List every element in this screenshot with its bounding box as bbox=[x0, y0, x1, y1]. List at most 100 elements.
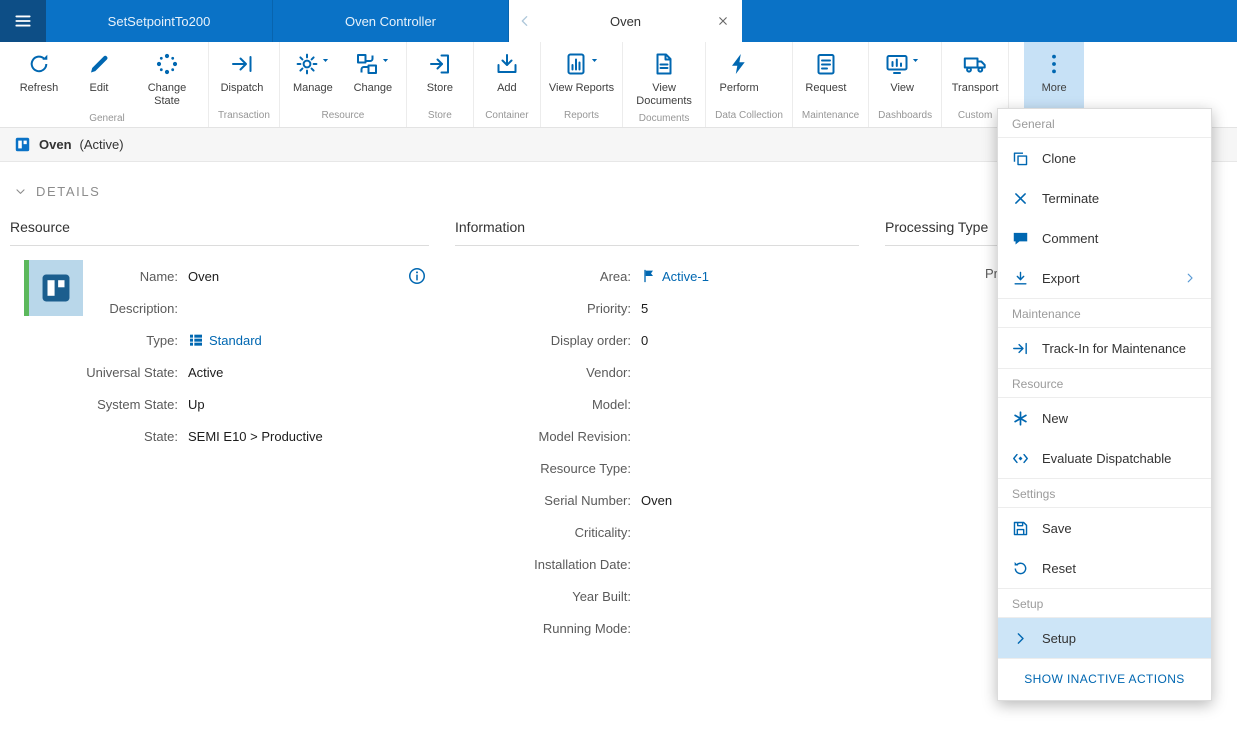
truck-icon bbox=[963, 51, 987, 77]
submenu-chevron-icon bbox=[1183, 271, 1197, 285]
type-link[interactable]: Standard bbox=[188, 332, 262, 348]
ribbon-group-data-collection: Perform Data Collection bbox=[706, 42, 793, 127]
resource-section-title: Resource bbox=[10, 213, 429, 246]
ribbon-group-label: Maintenance bbox=[801, 110, 860, 121]
field-row-display-order: Display order: 0 bbox=[550, 332, 649, 348]
show-inactive-actions-link[interactable]: SHOW INACTIVE ACTIONS bbox=[998, 658, 1211, 700]
tab-oven-active[interactable]: Oven bbox=[509, 0, 742, 42]
resource-panel: Resource Name: Oven Description: Type: S… bbox=[10, 213, 455, 644]
menu-item-track-in-for-maintenance[interactable]: Track-In for Maintenance bbox=[998, 328, 1211, 368]
field-row-running-mode: Running Mode: bbox=[542, 620, 631, 636]
menu-section-header: Settings bbox=[998, 479, 1211, 508]
ribbon-group-label: Documents bbox=[638, 113, 690, 125]
transport-button[interactable]: Transport bbox=[945, 42, 1005, 107]
pencil-icon bbox=[87, 51, 111, 77]
menu-item-setup[interactable]: Setup bbox=[998, 618, 1211, 658]
reports-icon bbox=[564, 51, 599, 77]
information-section-title: Information bbox=[455, 213, 859, 246]
menu-item-evaluate-dispatchable[interactable]: Evaluate Dispatchable bbox=[998, 438, 1211, 478]
ribbon-group-label: Container bbox=[485, 110, 529, 121]
close-tab-icon[interactable] bbox=[712, 15, 734, 27]
menu-item-export[interactable]: Export bbox=[998, 258, 1211, 298]
field-row-criticality: Criticality: bbox=[574, 524, 631, 540]
field-row-state: State: SEMI E10 > Productive bbox=[144, 428, 323, 444]
information-panel: Information Area: Active-1 Priority: 5 D… bbox=[455, 213, 885, 644]
clone-icon bbox=[1012, 150, 1029, 167]
lightning-icon bbox=[727, 51, 751, 77]
manage-button[interactable]: Manage bbox=[283, 42, 343, 107]
menu-section-maintenance: Maintenance Track-In for Maintenance bbox=[998, 298, 1211, 368]
request-button[interactable]: Request bbox=[796, 42, 856, 107]
dropdown-caret-icon bbox=[381, 56, 390, 65]
hamburger-menu-button[interactable] bbox=[0, 0, 46, 42]
ribbon-group-label: Resource bbox=[321, 110, 365, 121]
menu-section-header: Maintenance bbox=[998, 299, 1211, 328]
field-row-priority: Priority: 5 bbox=[586, 300, 649, 316]
tab-setsetpointto200[interactable]: SetSetpointTo200 bbox=[46, 0, 273, 42]
menu-section-settings: Settings Save Reset bbox=[998, 478, 1211, 588]
ribbon-group-maintenance: Request Maintenance bbox=[793, 42, 870, 127]
ribbon-group-label: General bbox=[89, 113, 125, 125]
ribbon-group-dashboards: View Dashboards bbox=[869, 42, 943, 127]
field-row-description: Description: bbox=[109, 300, 178, 316]
field-row-year-built: Year Built: bbox=[572, 588, 631, 604]
change-icon bbox=[355, 51, 390, 77]
field-row-model-revision: Model Revision: bbox=[538, 428, 632, 444]
comment-icon bbox=[1012, 230, 1029, 247]
field-row-installation-date: Installation Date: bbox=[534, 556, 631, 572]
change-button[interactable]: Change bbox=[343, 42, 403, 107]
chevron-right-icon bbox=[1012, 630, 1029, 647]
resource-logo-icon bbox=[39, 271, 73, 305]
type-grid-icon bbox=[188, 332, 204, 348]
menu-item-new[interactable]: New bbox=[998, 398, 1211, 438]
menu-item-save[interactable]: Save bbox=[998, 508, 1211, 548]
dispatch-icon bbox=[230, 51, 254, 77]
menu-item-comment[interactable]: Comment bbox=[998, 218, 1211, 258]
top-bar: SetSetpointTo200 Oven Controller Oven bbox=[0, 0, 1237, 42]
area-link[interactable]: Active-1 bbox=[641, 268, 709, 284]
breadcrumb-status: (Active) bbox=[79, 137, 124, 152]
edit-button[interactable]: Edit bbox=[69, 42, 129, 110]
ribbon-group-label: Store bbox=[427, 110, 452, 121]
field-row-universal-state: Universal State: Active bbox=[86, 364, 224, 380]
ribbon-group-label: Reports bbox=[563, 110, 599, 121]
tab-oven-controller[interactable]: Oven Controller bbox=[273, 0, 509, 42]
ribbon-group-general: Refresh Edit Change State General bbox=[6, 42, 209, 127]
clipboard-icon bbox=[814, 51, 838, 77]
evaluate-icon bbox=[1012, 450, 1029, 467]
reset-icon bbox=[1012, 560, 1029, 577]
back-chevron-icon[interactable] bbox=[517, 13, 539, 29]
view-reports-button[interactable]: View Reports bbox=[544, 42, 619, 107]
menu-item-terminate[interactable]: Terminate bbox=[998, 178, 1211, 218]
hamburger-icon bbox=[13, 11, 33, 31]
resource-image[interactable] bbox=[24, 260, 83, 316]
asterisk-icon bbox=[1012, 410, 1029, 427]
info-icon[interactable] bbox=[407, 266, 427, 286]
change-state-button[interactable]: Change State bbox=[129, 42, 205, 110]
chevron-down-icon bbox=[14, 185, 27, 198]
details-header-label: DETAILS bbox=[36, 184, 101, 199]
ribbon-group-reports: View Reports Reports bbox=[541, 42, 624, 127]
perform-button[interactable]: Perform bbox=[709, 42, 769, 107]
menu-item-reset[interactable]: Reset bbox=[998, 548, 1211, 588]
add-container-button[interactable]: Add bbox=[477, 42, 537, 107]
ellipsis-vertical-icon bbox=[1042, 51, 1066, 77]
documents-icon bbox=[652, 51, 676, 77]
ribbon-group-resource: Manage Change Resource bbox=[280, 42, 407, 127]
add-container-icon bbox=[495, 51, 519, 77]
menu-section-header: Setup bbox=[998, 589, 1211, 618]
field-value-state: SEMI E10 > Productive bbox=[188, 428, 323, 444]
ribbon-group-store: Store Store bbox=[407, 42, 474, 127]
field-row-resource-type: Resource Type: bbox=[540, 460, 631, 476]
field-value-system-state: Up bbox=[188, 396, 205, 412]
details-section-toggle[interactable]: DETAILS bbox=[0, 162, 114, 203]
view-dashboards-button[interactable]: View bbox=[872, 42, 932, 107]
dropdown-caret-icon bbox=[321, 56, 330, 65]
menu-item-clone[interactable]: Clone bbox=[998, 138, 1211, 178]
store-button[interactable]: Store bbox=[410, 42, 470, 107]
dispatch-button[interactable]: Dispatch bbox=[212, 42, 272, 107]
field-row-area: Area: Active-1 bbox=[599, 268, 709, 284]
view-documents-button[interactable]: View Documents bbox=[626, 42, 702, 110]
field-row-type: Type: Standard bbox=[146, 332, 262, 348]
refresh-button[interactable]: Refresh bbox=[9, 42, 69, 110]
